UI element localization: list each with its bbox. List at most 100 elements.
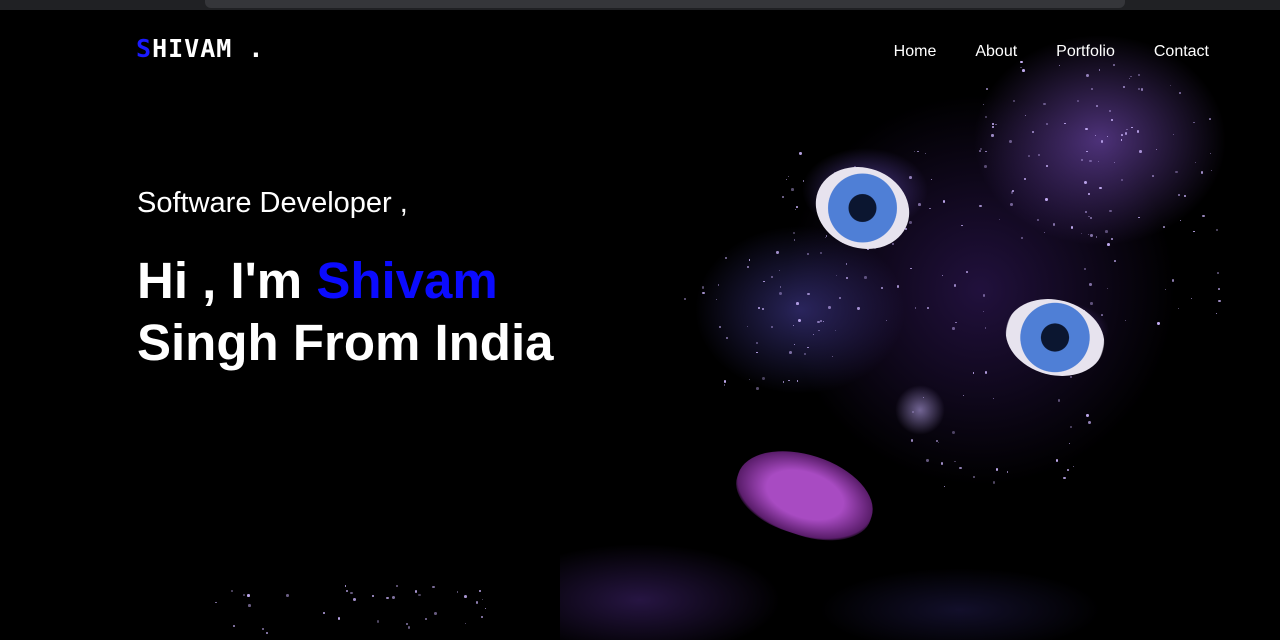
sparkle-dot	[376, 620, 379, 623]
sparkle-dot	[433, 612, 437, 616]
sparkle-dot	[857, 307, 860, 310]
sparkle-dot	[1100, 139, 1104, 143]
sparkle-dot	[1070, 425, 1072, 428]
sparkle-dot	[762, 376, 766, 380]
sparkle-dot	[1088, 192, 1090, 195]
sparkle-dot	[1063, 476, 1066, 480]
sparkle-dot	[456, 591, 458, 593]
nav-portfolio-link[interactable]: Portfolio	[1056, 43, 1115, 61]
sparkle-dot	[926, 459, 929, 462]
sparkle-dot	[796, 302, 799, 305]
sparkle-dot	[1068, 442, 1070, 445]
sparkle-dot	[864, 276, 867, 279]
sparkle-dot	[1024, 178, 1026, 180]
hero-nose-highlight	[895, 385, 945, 435]
sparkle-dot	[475, 601, 478, 604]
sparkle-dot	[479, 590, 482, 593]
sparkle-dot	[1152, 175, 1154, 177]
sparkle-dot	[231, 590, 233, 592]
sparkle-dot	[1089, 283, 1092, 286]
sparkle-dot	[345, 590, 348, 593]
sparkle-dot	[807, 346, 809, 349]
sparkle-dot	[1090, 234, 1093, 237]
sparkle-dot	[941, 274, 943, 277]
sparkle-dot	[1138, 216, 1140, 218]
sparkle-dot	[1069, 375, 1072, 378]
browser-chrome	[0, 0, 1280, 10]
sparkle-dot	[978, 150, 981, 152]
sparkle-dot	[414, 590, 418, 593]
sparkle-dot	[845, 263, 848, 265]
sparkle-dot	[985, 150, 987, 153]
sparkle-dot	[345, 585, 347, 587]
sparkle-dot	[791, 188, 794, 191]
logo-dot: .	[248, 34, 265, 63]
sparkle-dot	[1070, 226, 1074, 229]
sparkle-dot	[407, 626, 411, 630]
sparkle-dot	[1046, 165, 1048, 167]
sparkle-dot	[1090, 302, 1093, 305]
sparkle-dot	[1106, 243, 1110, 247]
nav-about-link[interactable]: About	[975, 43, 1017, 61]
sparkle-dot	[396, 585, 399, 588]
hero-greeting: Hi , I'm	[137, 252, 317, 309]
sparkle-dot	[1111, 119, 1113, 121]
sparkle-dot	[1105, 230, 1108, 234]
sparkle-dot	[1215, 228, 1218, 231]
sparkle-dot	[424, 618, 427, 621]
sparkle-dot	[1108, 110, 1111, 112]
sparkle-dot	[371, 594, 374, 597]
sparkle-dot	[1083, 180, 1087, 184]
hero-subtitle: Software Developer ,	[137, 187, 408, 219]
sparkle-dot	[1120, 139, 1122, 141]
sparkle-dot	[788, 351, 792, 354]
sparkle-dot	[1163, 226, 1165, 228]
sparkle-dot	[418, 593, 421, 597]
site-logo[interactable]: SHIVAM .	[136, 34, 264, 63]
sparkle-dot	[797, 318, 801, 322]
sparkle-dot	[1028, 154, 1030, 157]
sparkle-dot	[1157, 322, 1160, 325]
hero-line2: Singh From India	[137, 314, 554, 371]
sparkle-dot	[1128, 77, 1130, 80]
sparkle-dot	[1136, 130, 1140, 133]
sparkle-dot	[432, 585, 435, 589]
sparkle-dot	[827, 306, 831, 310]
sparkle-dot	[982, 293, 986, 297]
sparkle-dot	[1179, 92, 1181, 94]
sparkle-dot	[1043, 102, 1046, 106]
sparkle-dot	[748, 259, 750, 261]
sparkle-dot	[266, 631, 269, 635]
sparkle-dot	[802, 180, 805, 182]
sparkle-dot	[1217, 272, 1219, 274]
sparkle-dot	[233, 625, 236, 627]
sparkle-dot	[1085, 127, 1088, 130]
sparkle-dot	[756, 351, 758, 354]
sparkle-dot	[1114, 260, 1117, 262]
sparkle-dot	[702, 291, 705, 294]
sparkle-dot	[978, 204, 982, 208]
nav-home-link[interactable]: Home	[894, 43, 937, 61]
sparkle-dot	[1108, 209, 1112, 213]
sparkle-dot	[248, 604, 251, 607]
sparkle-dot	[951, 431, 955, 435]
sparkle-dot	[1086, 414, 1089, 417]
sparkle-dot	[834, 329, 836, 331]
sparkle-dot	[1094, 134, 1096, 136]
sparkle-dot	[984, 115, 987, 118]
sparkle-dot	[991, 134, 994, 137]
sparkle-dot	[954, 460, 956, 462]
sparkle-dot	[1137, 73, 1140, 76]
sparkle-dot	[825, 235, 827, 237]
sparkle-dot	[405, 623, 408, 626]
sparkle-dot	[1121, 133, 1124, 136]
sparkle-dot	[243, 594, 245, 597]
sparkle-dot	[386, 596, 389, 600]
sparkle-dot	[1215, 312, 1217, 314]
sparkle-dot	[1098, 69, 1101, 71]
sparkle-dot	[776, 251, 779, 254]
address-bar[interactable]	[205, 0, 1125, 8]
nav-contact-link[interactable]: Contact	[1154, 43, 1209, 61]
sparkle-dot	[323, 611, 325, 614]
sparkle-dot	[782, 381, 785, 383]
